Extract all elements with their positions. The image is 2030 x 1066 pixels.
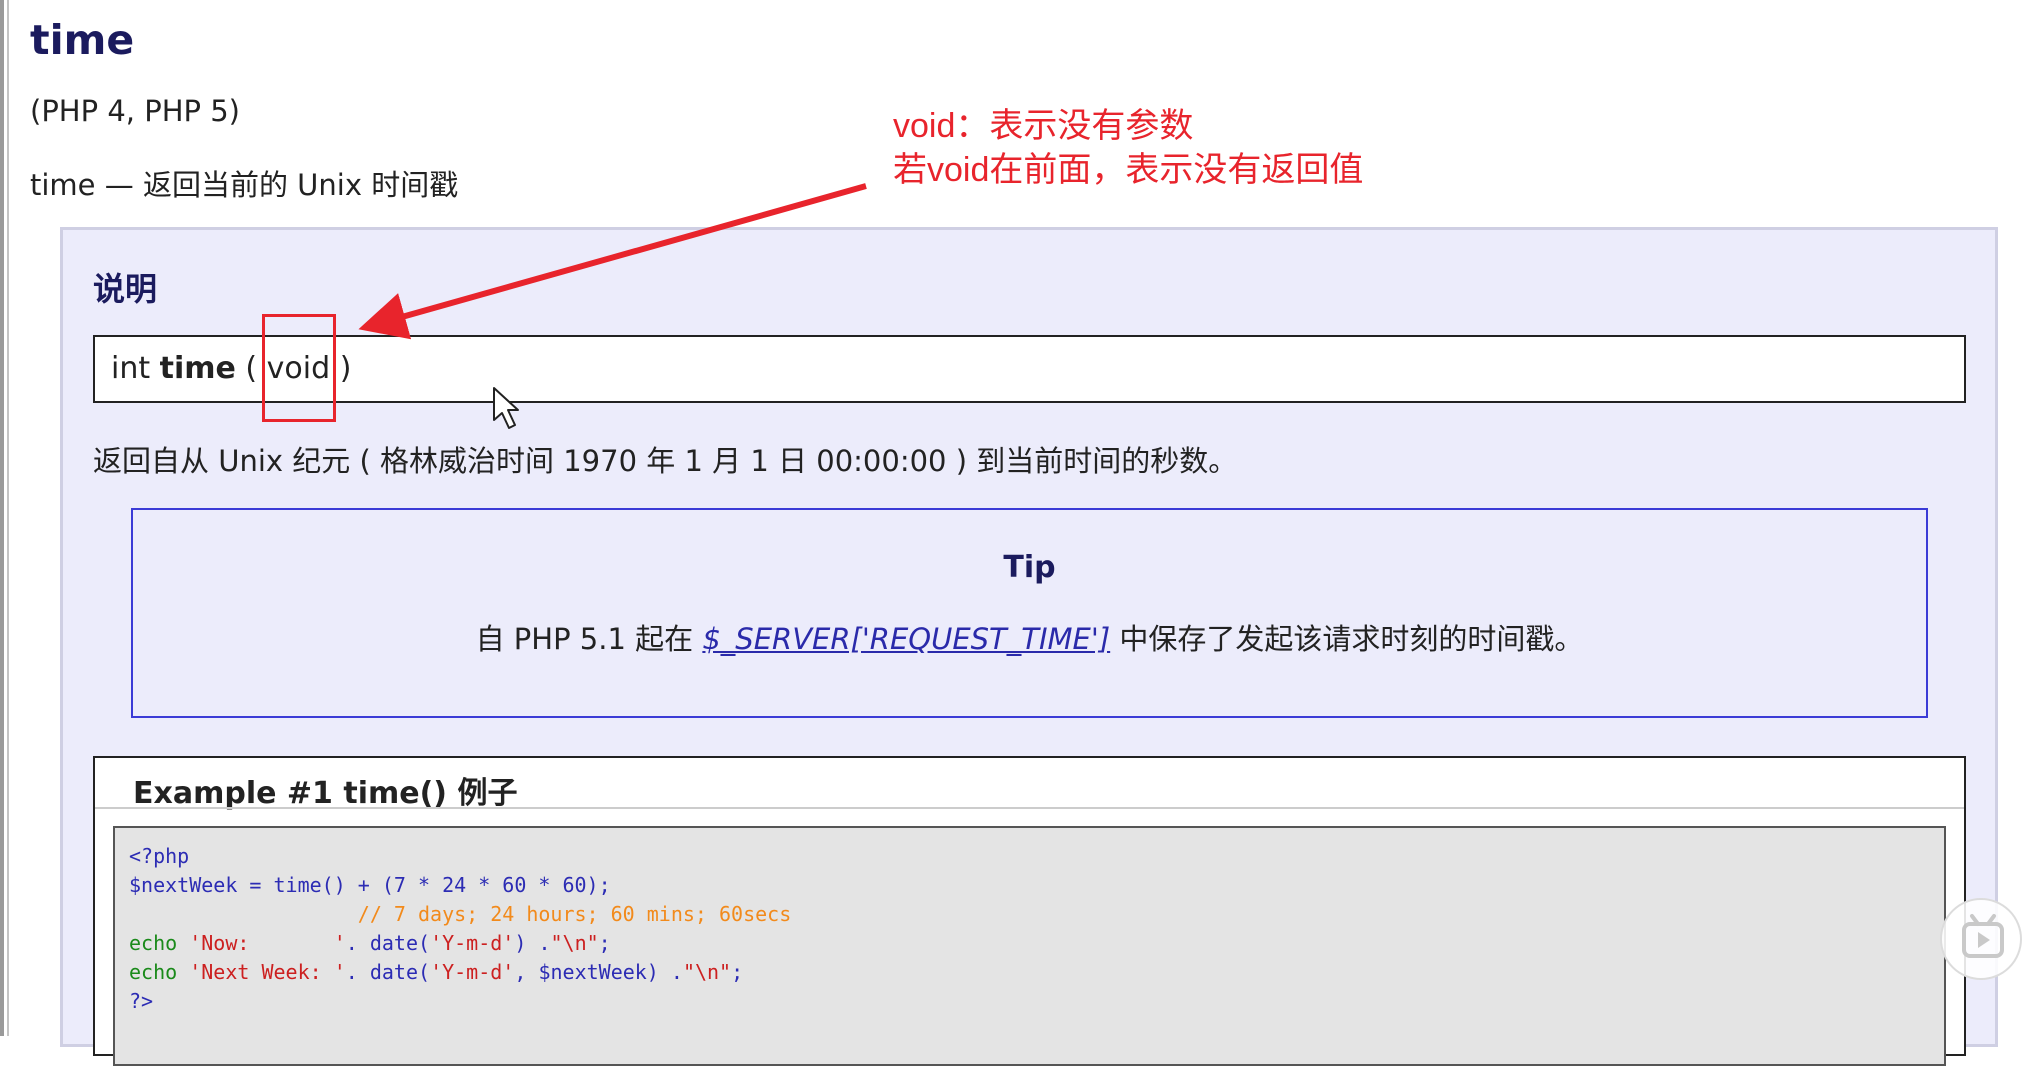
request-time-link[interactable]: $_SERVER['REQUEST_TIME']: [702, 622, 1110, 656]
code-text: ) .: [514, 931, 551, 955]
video-play-widget[interactable]: [1940, 898, 2022, 980]
php-versions: (PHP 4, PHP 5): [30, 94, 240, 128]
code-line-1: <?php: [129, 844, 190, 868]
void-highlight-box: [262, 314, 336, 422]
code-block: <?php $nextWeek = time() + (7 * 24 * 60 …: [113, 826, 1946, 1066]
tip-title: Tip: [1003, 550, 1056, 585]
annotation-line-2: 若void在前面，表示没有返回值: [893, 151, 1364, 189]
code-line-3: // 7 days; 24 hours; 60 mins; 60secs: [129, 902, 792, 926]
example-box: Example #1 time() 例子 <?php $nextWeek = t…: [93, 756, 1966, 1066]
annotation-note: void：表示没有参数 若void在前面，表示没有返回值: [893, 104, 1363, 192]
left-border: [0, 0, 4, 1036]
description-heading: 说明: [93, 270, 158, 308]
code-string: 'Next Week: ': [189, 960, 346, 984]
code-line-4: echo 'Now: '. date('Y-m-d') ."\n";: [129, 931, 611, 955]
example-title: Example #1 time() 例子: [133, 776, 518, 811]
left-border-inner: [7, 0, 9, 1036]
code-keyword: echo: [129, 960, 190, 984]
return-type: int: [111, 351, 160, 386]
code-string: "\n": [682, 960, 732, 984]
example-divider: [95, 807, 1964, 809]
tip-text-before: 自 PHP 5.1 起在: [475, 622, 703, 656]
code-text: . date(: [345, 960, 431, 984]
code-line-2: $nextWeek = time() + (7 * 24 * 60 * 60);: [129, 873, 611, 897]
code-string: 'Now: ': [189, 931, 346, 955]
code-line-6: ?>: [129, 989, 154, 1013]
code-keyword: echo: [129, 931, 190, 955]
tip-text: 自 PHP 5.1 起在 $_SERVER['REQUEST_TIME'] 中保…: [133, 616, 1926, 658]
code-text: , $nextWeek) .: [514, 960, 683, 984]
code-line-5: echo 'Next Week: '. date('Y-m-d', $nextW…: [129, 960, 743, 984]
code-string: 'Y-m-d': [430, 931, 515, 955]
method-signature: int time ( void ): [93, 335, 1966, 403]
code-string: "\n": [550, 931, 599, 955]
play-icon: [1962, 914, 2004, 958]
function-purpose: time — 返回当前的 Unix 时间戳: [30, 168, 459, 202]
return-description: 返回自从 Unix 纪元 ( 格林威治时间 1970 年 1 月 1 日 00:…: [93, 444, 1238, 478]
code-text: ;: [598, 931, 611, 955]
annotation-line-1: void：表示没有参数: [893, 107, 1194, 145]
code-text: . date(: [345, 931, 431, 955]
function-name: time: [159, 351, 236, 386]
page-title: time: [30, 16, 135, 64]
code-string: 'Y-m-d': [430, 960, 515, 984]
tip-box: Tip 自 PHP 5.1 起在 $_SERVER['REQUEST_TIME'…: [131, 508, 1928, 718]
code-text: ;: [731, 960, 744, 984]
tip-text-after: 中保存了发起该请求时刻的时间戳。: [1110, 622, 1584, 656]
